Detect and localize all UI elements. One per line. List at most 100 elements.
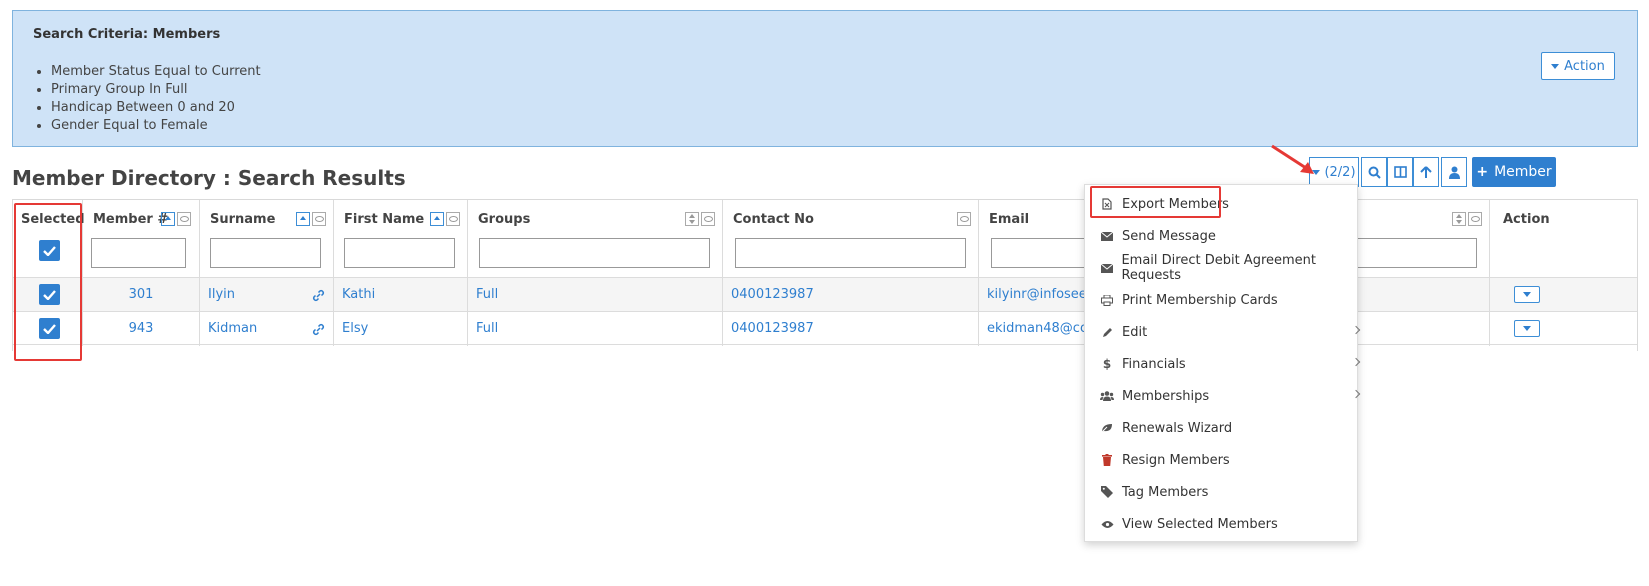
envelope-icon xyxy=(1099,263,1114,273)
menu-item-financials[interactable]: $ Financials xyxy=(1085,347,1371,381)
columns-icon xyxy=(1393,166,1407,178)
search-icon xyxy=(1368,166,1381,179)
menu-item-tag-members[interactable]: Tag Members xyxy=(1085,475,1371,509)
sort-asc-icon[interactable] xyxy=(430,212,444,226)
search-button[interactable] xyxy=(1361,157,1387,187)
caret-down-icon xyxy=(1551,63,1560,69)
visibility-icon[interactable] xyxy=(177,212,191,226)
surname-cell: Ilyin xyxy=(200,278,334,312)
groups-cell[interactable]: Full xyxy=(468,312,723,346)
sort-both-icon[interactable] xyxy=(685,212,699,226)
menu-item-print-membership-cards[interactable]: Print Membership Cards xyxy=(1085,283,1371,317)
eye-icon xyxy=(1099,520,1115,529)
member-results-table: Selected Member # Surname First Name Gro… xyxy=(12,199,1638,351)
sort-controls xyxy=(957,212,971,226)
visibility-icon[interactable] xyxy=(312,212,326,226)
sort-asc-icon[interactable] xyxy=(296,212,310,226)
first-name-cell[interactable]: Elsy xyxy=(334,312,468,346)
user-icon xyxy=(1448,166,1460,179)
action-cell xyxy=(1490,312,1637,346)
sort-controls xyxy=(1452,212,1482,226)
first-name-cell[interactable]: Kathi xyxy=(334,278,468,312)
add-member-button[interactable]: + Member xyxy=(1472,157,1556,187)
criteria-list: Member Status Equal to Current Primary G… xyxy=(33,63,261,135)
page-title: Member Directory : Search Results xyxy=(12,166,406,190)
contact-no-cell[interactable]: 0400123987 xyxy=(723,312,979,346)
row-action-button[interactable] xyxy=(1514,320,1540,337)
link-icon[interactable] xyxy=(312,323,325,336)
criteria-action-label: Action xyxy=(1564,58,1605,74)
sort-controls xyxy=(161,212,191,226)
criteria-item: Primary Group In Full xyxy=(51,81,261,99)
table-row: 301 Ilyin Kathi Full 0400123987 kilyinr@… xyxy=(13,277,1637,312)
annotation-highlight-export-members xyxy=(1090,186,1221,218)
search-criteria-panel: Search Criteria: Members Member Status E… xyxy=(12,10,1638,147)
link-icon[interactable] xyxy=(312,289,325,302)
visibility-icon[interactable] xyxy=(701,212,715,226)
menu-item-renewals-wizard[interactable]: Renewals Wizard xyxy=(1085,411,1371,445)
annotation-arrow xyxy=(1271,144,1314,174)
menu-item-label: Print Membership Cards xyxy=(1122,292,1278,308)
menu-item-send-message[interactable]: Send Message xyxy=(1085,219,1371,253)
trash-icon xyxy=(1099,454,1115,466)
sort-controls xyxy=(430,212,460,226)
groups-filter-input[interactable] xyxy=(479,238,710,268)
menu-item-edit[interactable]: Edit xyxy=(1085,315,1371,349)
first-name-filter-input[interactable] xyxy=(344,238,455,268)
pencil-icon xyxy=(1099,327,1115,338)
member-no-cell[interactable]: 301 xyxy=(83,278,200,312)
visibility-icon[interactable] xyxy=(1468,212,1482,226)
contact-no-filter-input[interactable] xyxy=(735,238,966,268)
upload-button[interactable] xyxy=(1413,157,1439,187)
member-no-cell[interactable]: 943 xyxy=(83,312,200,346)
col-label: Member # xyxy=(93,212,169,227)
col-header-member-no: Member # xyxy=(83,200,200,282)
add-member-label: Member xyxy=(1494,164,1552,180)
chevron-right-icon xyxy=(1351,357,1361,367)
menu-item-email-direct-debit[interactable]: Email Direct Debit Agreement Requests xyxy=(1085,251,1371,285)
plus-icon: + xyxy=(1476,164,1489,180)
menu-item-memberships[interactable]: Memberships xyxy=(1085,379,1371,413)
col-label: Email xyxy=(989,212,1030,227)
surname-link[interactable]: Kidman xyxy=(208,321,257,336)
annotation-highlight-selected-column xyxy=(14,203,82,361)
chevron-right-icon xyxy=(1351,389,1361,399)
member-no-filter-input[interactable] xyxy=(91,238,186,268)
sort-asc-icon[interactable] xyxy=(161,212,175,226)
visibility-icon[interactable] xyxy=(446,212,460,226)
menu-item-label: Tag Members xyxy=(1122,484,1209,500)
col-label: Action xyxy=(1503,212,1550,227)
arrow-up-icon xyxy=(1420,165,1432,178)
leaf-icon xyxy=(1099,423,1115,433)
col-header-surname: Surname xyxy=(200,200,334,282)
criteria-item: Member Status Equal to Current xyxy=(51,63,261,81)
criteria-action-button[interactable]: Action xyxy=(1541,52,1615,80)
menu-item-label: Email Direct Debit Agreement Requests xyxy=(1121,253,1317,283)
menu-item-label: Resign Members xyxy=(1122,452,1230,468)
criteria-item: Gender Equal to Female xyxy=(51,117,261,135)
sort-controls xyxy=(296,212,326,226)
criteria-title: Search Criteria: Members xyxy=(33,27,221,42)
chevron-right-icon xyxy=(1351,325,1361,335)
visibility-icon[interactable] xyxy=(957,212,971,226)
menu-item-label: Edit xyxy=(1122,324,1148,340)
surname-cell: Kidman xyxy=(200,312,334,346)
col-label: Contact No xyxy=(733,212,814,227)
sort-both-icon[interactable] xyxy=(1452,212,1466,226)
row-action-button[interactable] xyxy=(1514,286,1540,303)
surname-link[interactable]: Ilyin xyxy=(208,287,235,302)
col-header-contact-no: Contact No xyxy=(723,200,979,282)
users-icon xyxy=(1099,391,1115,401)
menu-item-label: View Selected Members xyxy=(1122,516,1278,532)
contact-no-cell[interactable]: 0400123987 xyxy=(723,278,979,312)
surname-filter-input[interactable] xyxy=(210,238,321,268)
caret-down-icon xyxy=(1523,326,1531,331)
col-header-first-name: First Name xyxy=(334,200,468,282)
menu-item-view-selected-members[interactable]: View Selected Members xyxy=(1085,507,1371,541)
bulk-action-menu: Export Members Send Message Email Direct… xyxy=(1084,184,1361,542)
user-button[interactable] xyxy=(1441,157,1467,187)
groups-cell[interactable]: Full xyxy=(468,278,723,312)
columns-button[interactable] xyxy=(1387,157,1413,187)
menu-item-resign-members[interactable]: Resign Members xyxy=(1085,443,1371,477)
criteria-item: Handicap Between 0 and 20 xyxy=(51,99,261,117)
